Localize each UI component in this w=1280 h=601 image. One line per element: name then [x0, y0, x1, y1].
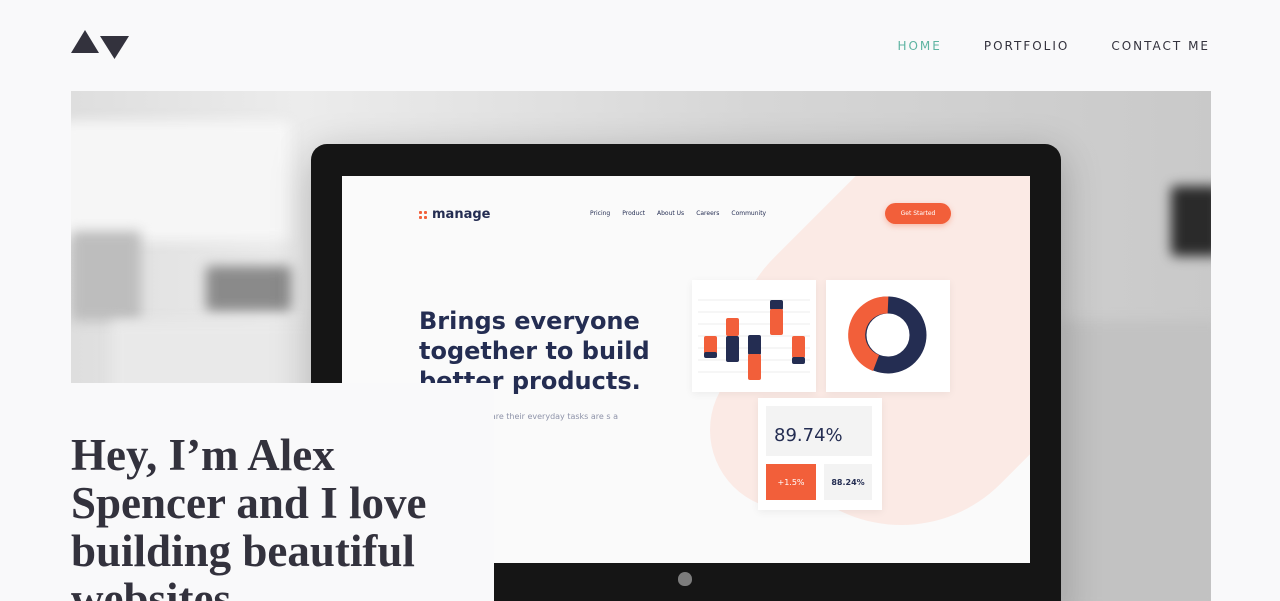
- main-nav: HOME PORTFOLIO CONTACT ME: [897, 39, 1210, 53]
- mockup-nav: Pricing Product About Us Careers Communi…: [590, 210, 766, 217]
- intro-card: Hey, I’m Alex Spencer and I love buildin…: [71, 383, 494, 601]
- mockup-nav-item: Careers: [696, 210, 720, 217]
- mockup-cta-button: Get Started: [885, 203, 951, 224]
- stats-card: 89.74% +1.5% 88.24%: [758, 398, 882, 510]
- background-blur: [206, 266, 291, 311]
- background-blur: [1171, 186, 1211, 256]
- site-logo-icon[interactable]: [71, 29, 129, 59]
- mockup-logo-text: manage: [432, 207, 491, 222]
- nav-portfolio-link[interactable]: PORTFOLIO: [984, 39, 1070, 53]
- mockup-logo-icon: [419, 210, 427, 219]
- nav-home-link[interactable]: HOME: [897, 39, 941, 53]
- apple-logo-icon: [678, 572, 692, 586]
- nav-contact-link[interactable]: CONTACT ME: [1111, 39, 1210, 53]
- donut-chart-graphic: [848, 296, 927, 374]
- stat-main-value: 89.74%: [774, 425, 843, 446]
- bar-chart-card: [692, 280, 816, 392]
- intro-heading: Hey, I’m Alex Spencer and I love buildin…: [71, 430, 427, 601]
- stat-change-badge: +1.5%: [766, 464, 816, 500]
- background-blur: [71, 231, 141, 321]
- background-blur: [71, 121, 291, 241]
- stat-panel: 89.74%: [766, 406, 872, 456]
- mockup-nav-item: Pricing: [590, 210, 611, 217]
- donut-chart-card: [826, 280, 950, 392]
- background-blur: [1061, 321, 1211, 601]
- mockup-nav-item: Community: [731, 210, 767, 217]
- mockup-logo: manage: [419, 207, 490, 222]
- bar-chart-graphic: [698, 299, 810, 380]
- mockup-nav-item: Product: [622, 210, 646, 217]
- mockup-nav-item: About Us: [657, 210, 685, 217]
- stat-secondary-value: 88.24%: [824, 464, 872, 500]
